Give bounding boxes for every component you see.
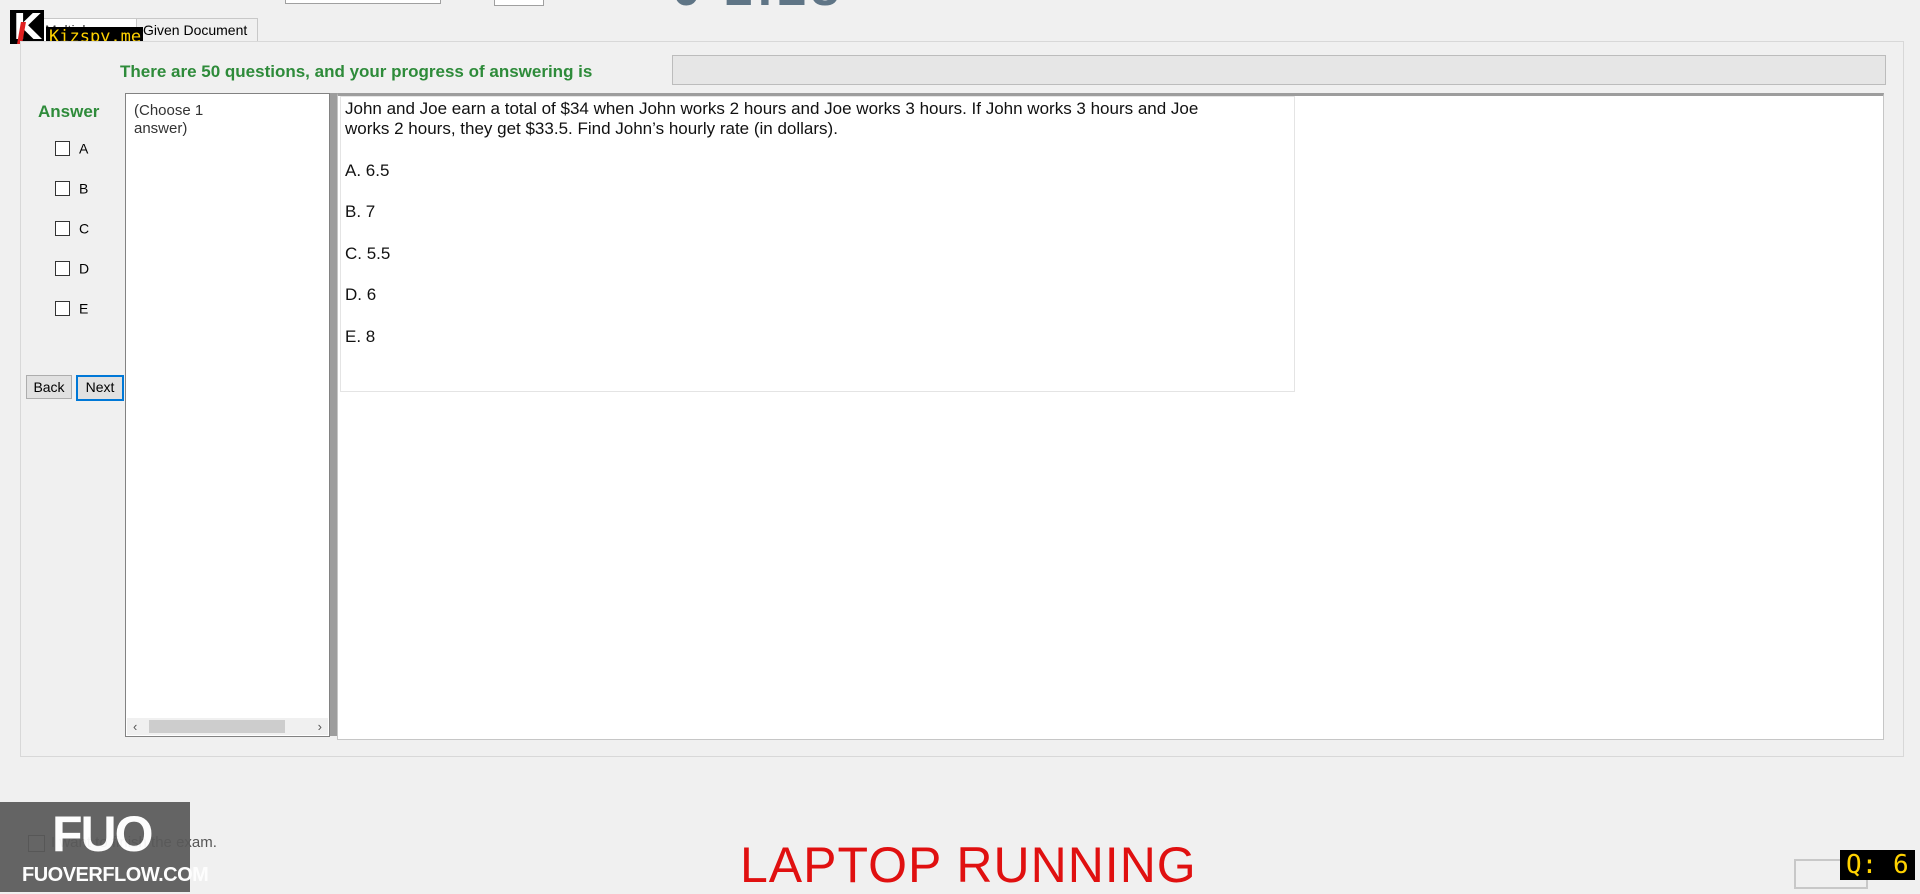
question-box: [340, 96, 1295, 392]
fuo-logo-text: FUO: [52, 806, 154, 862]
checkbox-a[interactable]: [55, 140, 70, 156]
question-text: John and Joe earn a total of $34 when Jo…: [345, 99, 1199, 138]
question-number-badge: Q: 6: [1840, 850, 1915, 880]
answer-title: Answer: [38, 102, 100, 121]
option-label-a: A: [79, 140, 89, 157]
status-text: LAPTOP RUNNING: [740, 837, 1197, 893]
question-choice-e: E. 8: [345, 327, 376, 346]
checkbox-b[interactable]: [55, 180, 70, 196]
question-choice-a: A. 6.5: [345, 161, 390, 180]
tab-given-document[interactable]: Given Document: [136, 18, 258, 41]
progress-label: There are 50 questions, and your progres…: [120, 62, 593, 81]
option-label-e: E: [79, 300, 89, 317]
answer-option-c[interactable]: C: [55, 219, 90, 237]
question-choice-c: C. 5.5: [345, 244, 391, 263]
countdown-timer: 0 1:28: [672, 0, 843, 18]
kizspy-logo-icon: K: [10, 7, 44, 48]
back-button[interactable]: Back: [26, 375, 72, 399]
fuoverflow-watermark: FUO FUOVERFLOW.COM: [0, 802, 209, 892]
question-choice-d: D. 6: [345, 285, 377, 304]
answer-option-d[interactable]: D: [55, 259, 90, 277]
font-size-spinner[interactable]: [494, 0, 544, 6]
scroll-right-icon[interactable]: ›: [318, 718, 322, 735]
next-button[interactable]: Next: [76, 375, 124, 401]
answer-option-b[interactable]: B: [55, 179, 89, 197]
checkbox-c[interactable]: [55, 220, 70, 236]
pane-splitter[interactable]: [330, 93, 337, 736]
choose-hint: (Choose 1 answer): [134, 102, 204, 137]
answer-option-e[interactable]: E: [55, 299, 89, 317]
exam-code-combobox[interactable]: [285, 0, 441, 4]
option-label-c: C: [79, 220, 90, 237]
fuo-site-text: FUOVERFLOW.COM: [22, 864, 209, 886]
scrollbar-thumb[interactable]: [149, 720, 285, 733]
option-label-d: D: [79, 260, 90, 277]
checkbox-d[interactable]: [55, 260, 70, 276]
question-choice-b: B. 7: [345, 202, 376, 221]
progress-bar: [672, 55, 1886, 85]
scroll-left-icon[interactable]: ‹: [133, 718, 137, 735]
answer-option-a[interactable]: A: [55, 139, 89, 157]
checkbox-e[interactable]: [55, 300, 70, 316]
hint-pane: (Choose 1 answer) ‹ ›: [125, 93, 330, 737]
option-label-b: B: [79, 180, 89, 197]
horizontal-scrollbar[interactable]: ‹ ›: [127, 718, 328, 735]
